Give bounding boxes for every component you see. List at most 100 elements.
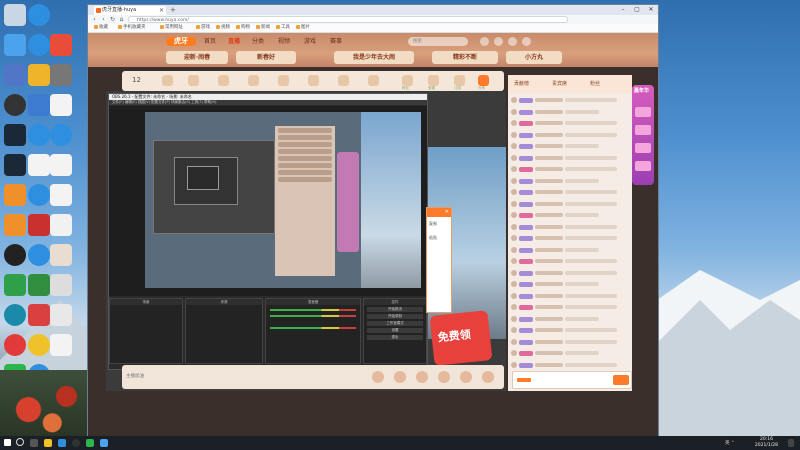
chat-username[interactable] bbox=[535, 144, 563, 148]
gift-icon[interactable] bbox=[162, 75, 173, 86]
avatar[interactable] bbox=[511, 258, 517, 264]
avatar[interactable] bbox=[511, 143, 517, 149]
gift-icon[interactable] bbox=[416, 371, 428, 383]
ad-card[interactable] bbox=[635, 107, 651, 117]
avatar[interactable] bbox=[511, 281, 517, 287]
gift-icon[interactable] bbox=[394, 371, 406, 383]
chat-tab[interactable]: 贵宾席 bbox=[552, 80, 567, 87]
share-icon[interactable] bbox=[478, 75, 489, 86]
chest-icon[interactable] bbox=[428, 75, 439, 86]
chat-username[interactable] bbox=[535, 362, 563, 367]
history-icon[interactable] bbox=[480, 37, 489, 46]
folder-icon[interactable] bbox=[44, 439, 52, 447]
gift-icon[interactable] bbox=[368, 75, 379, 86]
gift-icon[interactable] bbox=[438, 371, 450, 383]
app-icon[interactable] bbox=[28, 304, 50, 326]
ad-card[interactable] bbox=[635, 125, 651, 135]
gift-icon[interactable] bbox=[218, 75, 229, 86]
back-button[interactable]: ‹ bbox=[90, 15, 99, 24]
app-icon[interactable] bbox=[28, 94, 50, 116]
popup-item[interactable]: 粘贴 bbox=[427, 231, 451, 245]
avatar[interactable] bbox=[511, 223, 517, 230]
avatar[interactable] bbox=[511, 292, 517, 299]
recycle-bin-icon[interactable] bbox=[4, 4, 26, 26]
notification-icon[interactable] bbox=[788, 439, 794, 447]
avatar[interactable] bbox=[511, 189, 517, 195]
file-icon[interactable] bbox=[50, 334, 72, 356]
chat-username[interactable] bbox=[535, 339, 563, 344]
steam-icon[interactable] bbox=[4, 124, 26, 146]
fans-icon[interactable] bbox=[402, 75, 413, 86]
chat-username[interactable] bbox=[535, 132, 563, 137]
file-icon[interactable] bbox=[50, 154, 72, 176]
chat-tab[interactable]: 粉丝 bbox=[590, 80, 600, 87]
home-button[interactable]: ⌂ bbox=[117, 15, 126, 24]
avatar[interactable] bbox=[511, 304, 517, 310]
bookmark-item[interactable]: 视频 bbox=[216, 24, 230, 32]
avatar[interactable] bbox=[511, 315, 517, 322]
app-icon[interactable] bbox=[4, 274, 26, 296]
edge-icon[interactable] bbox=[28, 124, 50, 146]
message-icon[interactable] bbox=[494, 37, 503, 46]
app-icon[interactable] bbox=[4, 304, 26, 326]
chat-username[interactable] bbox=[535, 155, 563, 160]
system-tray[interactable]: 英 ⌃ bbox=[725, 440, 735, 446]
obs-menu-bar[interactable]: 文件(F) 编辑(E) 视图(V) 配置文件(P) 场景集合(S) 工具(T) … bbox=[109, 100, 427, 105]
avatar[interactable] bbox=[511, 97, 517, 103]
avatar[interactable] bbox=[511, 350, 517, 356]
live-video-player[interactable]: OBS 26.1 - 配置文件: 未命名 - 场景: 未命名 文件(F) 编辑(… bbox=[106, 91, 506, 391]
send-button[interactable] bbox=[613, 375, 629, 385]
avatar[interactable] bbox=[511, 338, 517, 345]
app-icon[interactable] bbox=[4, 334, 26, 356]
ad-card[interactable] bbox=[635, 143, 651, 153]
gift-icon[interactable] bbox=[338, 75, 349, 86]
huya-search-input[interactable]: 搜索 bbox=[408, 37, 468, 46]
chat-username[interactable] bbox=[535, 305, 563, 309]
chat-username[interactable] bbox=[535, 259, 563, 263]
app-icon[interactable] bbox=[4, 184, 26, 206]
search-icon[interactable] bbox=[16, 438, 24, 446]
chat-username[interactable] bbox=[535, 98, 563, 102]
penguin-icon[interactable] bbox=[4, 244, 26, 266]
image-icon[interactable] bbox=[50, 244, 72, 266]
banner-item[interactable]: 小方丸 bbox=[506, 51, 562, 64]
browser-icon[interactable] bbox=[100, 439, 108, 447]
nav-live[interactable]: 直播 bbox=[228, 37, 240, 46]
wechat-icon[interactable] bbox=[86, 439, 94, 447]
browser-tab-huya[interactable]: 虎牙直播-huya ✕ bbox=[94, 6, 166, 15]
app-icon[interactable] bbox=[4, 64, 26, 86]
avatar[interactable] bbox=[511, 154, 517, 161]
avatar[interactable] bbox=[511, 166, 517, 172]
obs-icon[interactable] bbox=[72, 439, 80, 447]
avatar[interactable] bbox=[522, 37, 531, 46]
gift-icon[interactable] bbox=[278, 75, 289, 86]
new-tab-button[interactable]: + bbox=[170, 5, 176, 15]
nav-home[interactable]: 首页 bbox=[204, 37, 216, 46]
bookmark-item[interactable]: 购物 bbox=[236, 24, 250, 32]
chat-username[interactable] bbox=[535, 293, 563, 298]
avatar[interactable] bbox=[511, 120, 517, 126]
obs-icon[interactable] bbox=[4, 94, 26, 116]
image-icon[interactable] bbox=[50, 64, 72, 86]
chat-username[interactable] bbox=[535, 201, 563, 206]
avatar[interactable] bbox=[511, 108, 517, 115]
huya-logo[interactable]: 虎牙 bbox=[166, 37, 196, 46]
start-streaming-button[interactable]: 开始推流 bbox=[367, 307, 423, 312]
avatar[interactable] bbox=[511, 235, 517, 241]
chat-username[interactable] bbox=[535, 351, 563, 355]
bookmark-item[interactable]: 新闻 bbox=[256, 24, 270, 32]
avatar[interactable] bbox=[511, 246, 517, 253]
chat-username[interactable] bbox=[535, 224, 563, 229]
chat-username[interactable] bbox=[535, 328, 563, 332]
popup-close-icon[interactable]: ✕ bbox=[427, 208, 451, 217]
app-icon[interactable] bbox=[28, 214, 50, 236]
tab-close-icon[interactable]: ✕ bbox=[159, 6, 164, 15]
free-gift-promo[interactable]: 免费领 bbox=[429, 310, 493, 366]
gift-icon[interactable] bbox=[482, 371, 494, 383]
minimize-button[interactable]: – bbox=[616, 5, 630, 15]
settings-button[interactable]: 设置 bbox=[367, 328, 423, 333]
chat-username[interactable] bbox=[535, 270, 563, 275]
gift-icon[interactable] bbox=[460, 371, 472, 383]
ad-card[interactable] bbox=[635, 161, 651, 171]
avatar[interactable] bbox=[511, 212, 517, 218]
